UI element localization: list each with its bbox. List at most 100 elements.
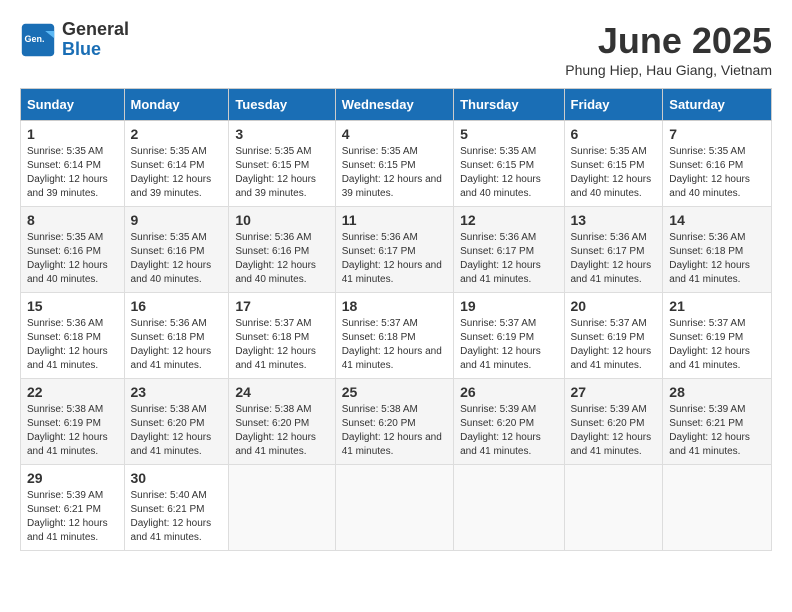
- calendar-header-row: Sunday Monday Tuesday Wednesday Thursday…: [21, 89, 772, 121]
- col-saturday: Saturday: [663, 89, 772, 121]
- day-number: 2: [131, 126, 223, 142]
- day-number: 27: [571, 384, 657, 400]
- table-row: [335, 465, 453, 551]
- calendar-table: Sunday Monday Tuesday Wednesday Thursday…: [20, 88, 772, 551]
- day-number: 25: [342, 384, 447, 400]
- table-row: 9 Sunrise: 5:35 AMSunset: 6:16 PMDayligh…: [124, 207, 229, 293]
- table-row: 26 Sunrise: 5:39 AMSunset: 6:20 PMDaylig…: [454, 379, 564, 465]
- day-number: 16: [131, 298, 223, 314]
- day-info: Sunrise: 5:35 AMSunset: 6:16 PMDaylight:…: [131, 232, 212, 285]
- day-info: Sunrise: 5:37 AMSunset: 6:18 PMDaylight:…: [342, 318, 442, 371]
- day-number: 21: [669, 298, 765, 314]
- calendar-week-row: 1 Sunrise: 5:35 AMSunset: 6:14 PMDayligh…: [21, 121, 772, 207]
- col-friday: Friday: [564, 89, 663, 121]
- day-info: Sunrise: 5:35 AMSunset: 6:15 PMDaylight:…: [235, 146, 316, 199]
- table-row: 4 Sunrise: 5:35 AMSunset: 6:15 PMDayligh…: [335, 121, 453, 207]
- day-info: Sunrise: 5:39 AMSunset: 6:21 PMDaylight:…: [669, 404, 750, 457]
- day-number: 8: [27, 212, 118, 228]
- table-row: 5 Sunrise: 5:35 AMSunset: 6:15 PMDayligh…: [454, 121, 564, 207]
- table-row: 18 Sunrise: 5:37 AMSunset: 6:18 PMDaylig…: [335, 293, 453, 379]
- day-info: Sunrise: 5:36 AMSunset: 6:17 PMDaylight:…: [571, 232, 652, 285]
- day-info: Sunrise: 5:35 AMSunset: 6:15 PMDaylight:…: [571, 146, 652, 199]
- title-block: June 2025 Phung Hiep, Hau Giang, Vietnam: [565, 20, 772, 78]
- logo-text: General Blue: [62, 20, 129, 60]
- table-row: 20 Sunrise: 5:37 AMSunset: 6:19 PMDaylig…: [564, 293, 663, 379]
- day-info: Sunrise: 5:37 AMSunset: 6:18 PMDaylight:…: [235, 318, 316, 371]
- table-row: [229, 465, 335, 551]
- day-info: Sunrise: 5:36 AMSunset: 6:17 PMDaylight:…: [460, 232, 541, 285]
- logo-icon: Gen.: [20, 22, 56, 58]
- table-row: [454, 465, 564, 551]
- day-info: Sunrise: 5:36 AMSunset: 6:18 PMDaylight:…: [669, 232, 750, 285]
- table-row: 10 Sunrise: 5:36 AMSunset: 6:16 PMDaylig…: [229, 207, 335, 293]
- table-row: 12 Sunrise: 5:36 AMSunset: 6:17 PMDaylig…: [454, 207, 564, 293]
- table-row: 2 Sunrise: 5:35 AMSunset: 6:14 PMDayligh…: [124, 121, 229, 207]
- calendar-week-row: 29 Sunrise: 5:39 AMSunset: 6:21 PMDaylig…: [21, 465, 772, 551]
- col-sunday: Sunday: [21, 89, 125, 121]
- day-number: 4: [342, 126, 447, 142]
- day-info: Sunrise: 5:35 AMSunset: 6:15 PMDaylight:…: [460, 146, 541, 199]
- table-row: 16 Sunrise: 5:36 AMSunset: 6:18 PMDaylig…: [124, 293, 229, 379]
- day-info: Sunrise: 5:37 AMSunset: 6:19 PMDaylight:…: [571, 318, 652, 371]
- table-row: 19 Sunrise: 5:37 AMSunset: 6:19 PMDaylig…: [454, 293, 564, 379]
- table-row: 24 Sunrise: 5:38 AMSunset: 6:20 PMDaylig…: [229, 379, 335, 465]
- day-info: Sunrise: 5:35 AMSunset: 6:16 PMDaylight:…: [669, 146, 750, 199]
- day-number: 26: [460, 384, 557, 400]
- logo: Gen. General Blue: [20, 20, 129, 60]
- day-info: Sunrise: 5:36 AMSunset: 6:17 PMDaylight:…: [342, 232, 442, 285]
- logo-blue: Blue: [62, 40, 129, 60]
- table-row: 1 Sunrise: 5:35 AMSunset: 6:14 PMDayligh…: [21, 121, 125, 207]
- table-row: 29 Sunrise: 5:39 AMSunset: 6:21 PMDaylig…: [21, 465, 125, 551]
- day-info: Sunrise: 5:38 AMSunset: 6:20 PMDaylight:…: [235, 404, 316, 457]
- day-number: 12: [460, 212, 557, 228]
- location-subtitle: Phung Hiep, Hau Giang, Vietnam: [565, 62, 772, 78]
- day-number: 22: [27, 384, 118, 400]
- day-number: 15: [27, 298, 118, 314]
- day-info: Sunrise: 5:39 AMSunset: 6:21 PMDaylight:…: [27, 490, 108, 543]
- table-row: 17 Sunrise: 5:37 AMSunset: 6:18 PMDaylig…: [229, 293, 335, 379]
- table-row: 22 Sunrise: 5:38 AMSunset: 6:19 PMDaylig…: [21, 379, 125, 465]
- day-number: 11: [342, 212, 447, 228]
- day-number: 13: [571, 212, 657, 228]
- table-row: 27 Sunrise: 5:39 AMSunset: 6:20 PMDaylig…: [564, 379, 663, 465]
- day-number: 19: [460, 298, 557, 314]
- day-info: Sunrise: 5:39 AMSunset: 6:20 PMDaylight:…: [571, 404, 652, 457]
- day-info: Sunrise: 5:36 AMSunset: 6:16 PMDaylight:…: [235, 232, 316, 285]
- month-title: June 2025: [565, 20, 772, 62]
- day-number: 30: [131, 470, 223, 486]
- table-row: [564, 465, 663, 551]
- table-row: 7 Sunrise: 5:35 AMSunset: 6:16 PMDayligh…: [663, 121, 772, 207]
- page-header: Gen. General Blue June 2025 Phung Hiep, …: [20, 20, 772, 78]
- col-monday: Monday: [124, 89, 229, 121]
- day-info: Sunrise: 5:37 AMSunset: 6:19 PMDaylight:…: [669, 318, 750, 371]
- day-number: 5: [460, 126, 557, 142]
- day-info: Sunrise: 5:39 AMSunset: 6:20 PMDaylight:…: [460, 404, 541, 457]
- table-row: [663, 465, 772, 551]
- table-row: 23 Sunrise: 5:38 AMSunset: 6:20 PMDaylig…: [124, 379, 229, 465]
- col-thursday: Thursday: [454, 89, 564, 121]
- day-number: 1: [27, 126, 118, 142]
- table-row: 11 Sunrise: 5:36 AMSunset: 6:17 PMDaylig…: [335, 207, 453, 293]
- day-info: Sunrise: 5:35 AMSunset: 6:15 PMDaylight:…: [342, 146, 442, 199]
- logo-general: General: [62, 20, 129, 40]
- day-number: 20: [571, 298, 657, 314]
- svg-text:Gen.: Gen.: [25, 34, 45, 44]
- day-number: 28: [669, 384, 765, 400]
- day-number: 7: [669, 126, 765, 142]
- day-number: 9: [131, 212, 223, 228]
- day-info: Sunrise: 5:35 AMSunset: 6:14 PMDaylight:…: [131, 146, 212, 199]
- day-number: 29: [27, 470, 118, 486]
- day-info: Sunrise: 5:37 AMSunset: 6:19 PMDaylight:…: [460, 318, 541, 371]
- table-row: 3 Sunrise: 5:35 AMSunset: 6:15 PMDayligh…: [229, 121, 335, 207]
- day-info: Sunrise: 5:40 AMSunset: 6:21 PMDaylight:…: [131, 490, 212, 543]
- day-info: Sunrise: 5:38 AMSunset: 6:20 PMDaylight:…: [342, 404, 442, 457]
- day-number: 10: [235, 212, 328, 228]
- day-info: Sunrise: 5:35 AMSunset: 6:16 PMDaylight:…: [27, 232, 108, 285]
- calendar-week-row: 8 Sunrise: 5:35 AMSunset: 6:16 PMDayligh…: [21, 207, 772, 293]
- day-number: 24: [235, 384, 328, 400]
- day-info: Sunrise: 5:38 AMSunset: 6:20 PMDaylight:…: [131, 404, 212, 457]
- table-row: 28 Sunrise: 5:39 AMSunset: 6:21 PMDaylig…: [663, 379, 772, 465]
- day-number: 23: [131, 384, 223, 400]
- day-info: Sunrise: 5:38 AMSunset: 6:19 PMDaylight:…: [27, 404, 108, 457]
- table-row: 8 Sunrise: 5:35 AMSunset: 6:16 PMDayligh…: [21, 207, 125, 293]
